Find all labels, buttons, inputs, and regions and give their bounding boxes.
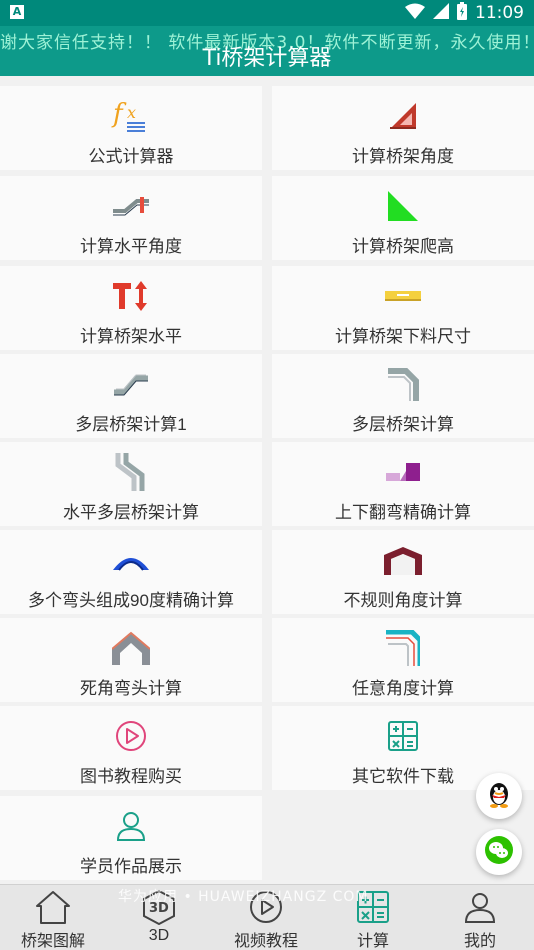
wechat-contact-button[interactable]: [476, 829, 522, 875]
menu-item-arbitrary-angle[interactable]: 任意角度计算: [272, 618, 534, 702]
svg-text:f: f: [111, 99, 127, 129]
status-bar: A 11:09: [0, 0, 534, 26]
page-title: Ti桥架计算器: [202, 46, 332, 71]
home-icon: [34, 887, 72, 927]
horizontal-multi-layer-icon: [114, 450, 148, 494]
watermark: 华为应用 • HUAWEIZHANGZ COM: [118, 889, 369, 905]
signal-icon: [433, 3, 449, 23]
menu-item-label: 计算桥架下料尺寸: [335, 327, 471, 346]
battery-icon: [457, 2, 467, 24]
multi-elbow-90-icon: [111, 538, 151, 582]
menu-item-label: 任意角度计算: [352, 679, 454, 698]
horizontal-angle-icon: [113, 184, 149, 228]
angle-ruler-icon: [388, 94, 418, 138]
menu-item-horizontal-angle[interactable]: 计算水平角度: [0, 176, 262, 260]
status-time: 11:09: [475, 3, 524, 23]
menu-item-cut-size[interactable]: 计算桥架下料尺寸: [272, 266, 534, 350]
status-right: 11:09: [405, 2, 524, 24]
play-circle-icon: [115, 714, 147, 758]
menu-item-label: 图书教程购买: [80, 767, 182, 786]
menu-item-formula-calculator[interactable]: f x 公式计算器: [0, 86, 262, 170]
user-icon: [115, 804, 147, 848]
menu-item-multi-layer-1[interactable]: 多层桥架计算1: [0, 354, 262, 438]
cut-size-icon: [385, 274, 421, 318]
menu-item-label: 不规则角度计算: [343, 591, 463, 610]
menu-item-label: 上下翻弯精确计算: [335, 503, 471, 522]
menu-item-label: 公式计算器: [88, 147, 174, 166]
formula-icon: f x: [111, 94, 151, 138]
menu-item-multi-elbow-90[interactable]: 多个弯头组成90度精确计算: [0, 530, 262, 614]
menu-item-label: 多层桥架计算: [352, 415, 454, 434]
tab-label: 视频教程: [233, 933, 298, 950]
dead-angle-elbow-icon: [112, 626, 150, 670]
menu-item-label: 计算桥架爬高: [352, 237, 454, 256]
menu-item-up-down-bend[interactable]: 上下翻弯精确计算: [272, 442, 534, 526]
menu-item-label: 死角弯头计算: [80, 679, 182, 698]
menu-item-label: 计算水平角度: [80, 237, 182, 256]
tab-mine[interactable]: 我的: [427, 885, 533, 950]
menu-item-label: 水平多层桥架计算: [63, 503, 199, 522]
notification-a-icon: A: [10, 5, 24, 19]
tab-label: 桥架图解: [20, 933, 85, 950]
menu-item-label: 其它软件下载: [352, 767, 454, 786]
climb-triangle-icon: [386, 184, 420, 228]
tab-label: 我的: [463, 933, 496, 950]
menu-item-student-works[interactable]: 学员作品展示: [0, 796, 262, 880]
wifi-icon: [405, 3, 425, 23]
menu-item-book-tutorial-purchase[interactable]: 图书教程购买: [0, 706, 262, 790]
menu-item-dead-angle-elbow[interactable]: 死角弯头计算: [0, 618, 262, 702]
up-down-bend-icon: [386, 450, 420, 494]
menu-item-label: 多个弯头组成90度精确计算: [28, 591, 234, 610]
menu-item-bridge-level[interactable]: 计算桥架水平: [0, 266, 262, 350]
tab-bridge-diagram[interactable]: 桥架图解: [0, 885, 106, 950]
menu-item-horizontal-multi-layer[interactable]: 水平多层桥架计算: [0, 442, 262, 526]
menu-item-label: 多层桥架计算1: [75, 415, 187, 434]
svg-text:x: x: [127, 103, 136, 122]
menu-item-multi-layer[interactable]: 多层桥架计算: [272, 354, 534, 438]
calculator-icon: [387, 714, 419, 758]
app-header: 谢大家信任支持！！ 软件最新版本3.0！软件不断更新，永久使用！谢 Ti桥架计算…: [0, 26, 534, 76]
tab-label: 计算: [356, 933, 389, 950]
tab-label: 3D: [148, 927, 170, 944]
qq-contact-button[interactable]: [476, 773, 522, 819]
menu-item-label: 计算桥架水平: [80, 327, 182, 346]
multi-layer-stairs-icon: [114, 362, 148, 406]
level-text-icon: [111, 274, 151, 318]
wechat-icon: [484, 835, 514, 869]
menu-item-label: 计算桥架角度: [352, 147, 454, 166]
irregular-angle-icon: [384, 538, 422, 582]
menu-item-label: 学员作品展示: [80, 857, 182, 876]
menu-item-irregular-angle[interactable]: 不规则角度计算: [272, 530, 534, 614]
qq-penguin-icon: [486, 780, 512, 812]
multi-layer-elbow-icon: [386, 362, 420, 406]
user-icon: [463, 887, 497, 927]
menu-item-bridge-angle[interactable]: 计算桥架角度: [272, 86, 534, 170]
menu-item-bridge-climb[interactable]: 计算桥架爬高: [272, 176, 534, 260]
arbitrary-angle-icon: [386, 626, 420, 670]
